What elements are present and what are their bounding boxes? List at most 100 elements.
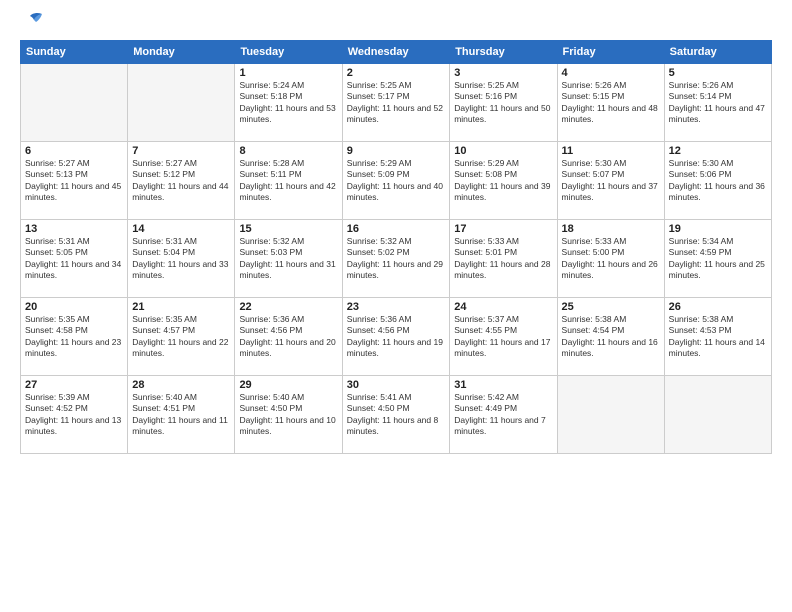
day-number: 3 — [454, 67, 552, 79]
day-number: 21 — [132, 301, 230, 313]
day-info: Sunrise: 5:26 AMSunset: 5:14 PMDaylight:… — [669, 80, 767, 126]
day-number: 12 — [669, 145, 767, 157]
day-number: 17 — [454, 223, 552, 235]
calendar-cell: 16Sunrise: 5:32 AMSunset: 5:02 PMDayligh… — [342, 220, 450, 298]
calendar-cell: 8Sunrise: 5:28 AMSunset: 5:11 PMDaylight… — [235, 142, 342, 220]
day-number: 6 — [25, 145, 123, 157]
day-info: Sunrise: 5:39 AMSunset: 4:52 PMDaylight:… — [25, 392, 123, 438]
calendar-cell: 3Sunrise: 5:25 AMSunset: 5:16 PMDaylight… — [450, 64, 557, 142]
calendar-cell: 27Sunrise: 5:39 AMSunset: 4:52 PMDayligh… — [21, 376, 128, 454]
weekday-header-friday: Friday — [557, 41, 664, 64]
day-info: Sunrise: 5:36 AMSunset: 4:56 PMDaylight:… — [239, 314, 337, 360]
header — [20, 16, 772, 32]
week-row-3: 13Sunrise: 5:31 AMSunset: 5:05 PMDayligh… — [21, 220, 772, 298]
day-info: Sunrise: 5:28 AMSunset: 5:11 PMDaylight:… — [239, 158, 337, 204]
day-number: 4 — [562, 67, 660, 79]
calendar-cell: 2Sunrise: 5:25 AMSunset: 5:17 PMDaylight… — [342, 64, 450, 142]
day-info: Sunrise: 5:37 AMSunset: 4:55 PMDaylight:… — [454, 314, 552, 360]
day-info: Sunrise: 5:32 AMSunset: 5:02 PMDaylight:… — [347, 236, 446, 282]
day-info: Sunrise: 5:35 AMSunset: 4:57 PMDaylight:… — [132, 314, 230, 360]
week-row-2: 6Sunrise: 5:27 AMSunset: 5:13 PMDaylight… — [21, 142, 772, 220]
calendar-cell: 17Sunrise: 5:33 AMSunset: 5:01 PMDayligh… — [450, 220, 557, 298]
day-number: 28 — [132, 379, 230, 391]
day-number: 31 — [454, 379, 552, 391]
calendar-cell: 31Sunrise: 5:42 AMSunset: 4:49 PMDayligh… — [450, 376, 557, 454]
day-number: 2 — [347, 67, 446, 79]
calendar-cell: 4Sunrise: 5:26 AMSunset: 5:15 PMDaylight… — [557, 64, 664, 142]
day-info: Sunrise: 5:31 AMSunset: 5:05 PMDaylight:… — [25, 236, 123, 282]
day-info: Sunrise: 5:27 AMSunset: 5:13 PMDaylight:… — [25, 158, 123, 204]
day-info: Sunrise: 5:36 AMSunset: 4:56 PMDaylight:… — [347, 314, 446, 360]
day-info: Sunrise: 5:35 AMSunset: 4:58 PMDaylight:… — [25, 314, 123, 360]
week-row-4: 20Sunrise: 5:35 AMSunset: 4:58 PMDayligh… — [21, 298, 772, 376]
calendar-cell — [557, 376, 664, 454]
calendar-cell: 13Sunrise: 5:31 AMSunset: 5:05 PMDayligh… — [21, 220, 128, 298]
calendar-cell: 14Sunrise: 5:31 AMSunset: 5:04 PMDayligh… — [128, 220, 235, 298]
weekday-header-row: SundayMondayTuesdayWednesdayThursdayFrid… — [21, 41, 772, 64]
day-number: 29 — [239, 379, 337, 391]
day-number: 11 — [562, 145, 660, 157]
calendar-cell: 23Sunrise: 5:36 AMSunset: 4:56 PMDayligh… — [342, 298, 450, 376]
calendar-cell: 26Sunrise: 5:38 AMSunset: 4:53 PMDayligh… — [664, 298, 771, 376]
day-number: 14 — [132, 223, 230, 235]
calendar-cell: 7Sunrise: 5:27 AMSunset: 5:12 PMDaylight… — [128, 142, 235, 220]
day-info: Sunrise: 5:25 AMSunset: 5:17 PMDaylight:… — [347, 80, 446, 126]
day-number: 30 — [347, 379, 446, 391]
calendar-cell: 12Sunrise: 5:30 AMSunset: 5:06 PMDayligh… — [664, 142, 771, 220]
week-row-5: 27Sunrise: 5:39 AMSunset: 4:52 PMDayligh… — [21, 376, 772, 454]
logo — [20, 16, 44, 32]
calendar-cell: 6Sunrise: 5:27 AMSunset: 5:13 PMDaylight… — [21, 142, 128, 220]
day-info: Sunrise: 5:40 AMSunset: 4:50 PMDaylight:… — [239, 392, 337, 438]
day-number: 15 — [239, 223, 337, 235]
calendar-table: SundayMondayTuesdayWednesdayThursdayFrid… — [20, 40, 772, 454]
calendar-cell: 10Sunrise: 5:29 AMSunset: 5:08 PMDayligh… — [450, 142, 557, 220]
weekday-header-monday: Monday — [128, 41, 235, 64]
page: SundayMondayTuesdayWednesdayThursdayFrid… — [0, 0, 792, 612]
day-number: 26 — [669, 301, 767, 313]
day-info: Sunrise: 5:29 AMSunset: 5:09 PMDaylight:… — [347, 158, 446, 204]
day-info: Sunrise: 5:30 AMSunset: 5:07 PMDaylight:… — [562, 158, 660, 204]
calendar-cell: 9Sunrise: 5:29 AMSunset: 5:09 PMDaylight… — [342, 142, 450, 220]
calendar-cell: 11Sunrise: 5:30 AMSunset: 5:07 PMDayligh… — [557, 142, 664, 220]
day-number: 1 — [239, 67, 337, 79]
logo-bird-icon — [22, 12, 44, 32]
calendar-cell — [21, 64, 128, 142]
day-number: 27 — [25, 379, 123, 391]
day-info: Sunrise: 5:26 AMSunset: 5:15 PMDaylight:… — [562, 80, 660, 126]
day-info: Sunrise: 5:40 AMSunset: 4:51 PMDaylight:… — [132, 392, 230, 438]
day-number: 20 — [25, 301, 123, 313]
day-number: 16 — [347, 223, 446, 235]
calendar-cell: 1Sunrise: 5:24 AMSunset: 5:18 PMDaylight… — [235, 64, 342, 142]
day-info: Sunrise: 5:38 AMSunset: 4:53 PMDaylight:… — [669, 314, 767, 360]
calendar-cell: 30Sunrise: 5:41 AMSunset: 4:50 PMDayligh… — [342, 376, 450, 454]
day-number: 19 — [669, 223, 767, 235]
calendar-cell: 20Sunrise: 5:35 AMSunset: 4:58 PMDayligh… — [21, 298, 128, 376]
calendar-cell — [664, 376, 771, 454]
calendar-cell: 29Sunrise: 5:40 AMSunset: 4:50 PMDayligh… — [235, 376, 342, 454]
day-info: Sunrise: 5:27 AMSunset: 5:12 PMDaylight:… — [132, 158, 230, 204]
day-number: 23 — [347, 301, 446, 313]
day-number: 9 — [347, 145, 446, 157]
calendar-cell: 24Sunrise: 5:37 AMSunset: 4:55 PMDayligh… — [450, 298, 557, 376]
calendar-cell: 18Sunrise: 5:33 AMSunset: 5:00 PMDayligh… — [557, 220, 664, 298]
calendar-cell: 15Sunrise: 5:32 AMSunset: 5:03 PMDayligh… — [235, 220, 342, 298]
weekday-header-saturday: Saturday — [664, 41, 771, 64]
day-info: Sunrise: 5:30 AMSunset: 5:06 PMDaylight:… — [669, 158, 767, 204]
calendar-cell: 21Sunrise: 5:35 AMSunset: 4:57 PMDayligh… — [128, 298, 235, 376]
day-info: Sunrise: 5:34 AMSunset: 4:59 PMDaylight:… — [669, 236, 767, 282]
day-info: Sunrise: 5:33 AMSunset: 5:00 PMDaylight:… — [562, 236, 660, 282]
day-info: Sunrise: 5:42 AMSunset: 4:49 PMDaylight:… — [454, 392, 552, 438]
day-info: Sunrise: 5:32 AMSunset: 5:03 PMDaylight:… — [239, 236, 337, 282]
calendar-cell: 22Sunrise: 5:36 AMSunset: 4:56 PMDayligh… — [235, 298, 342, 376]
day-number: 18 — [562, 223, 660, 235]
day-info: Sunrise: 5:31 AMSunset: 5:04 PMDaylight:… — [132, 236, 230, 282]
day-number: 5 — [669, 67, 767, 79]
day-info: Sunrise: 5:29 AMSunset: 5:08 PMDaylight:… — [454, 158, 552, 204]
day-number: 24 — [454, 301, 552, 313]
calendar-cell: 19Sunrise: 5:34 AMSunset: 4:59 PMDayligh… — [664, 220, 771, 298]
day-info: Sunrise: 5:33 AMSunset: 5:01 PMDaylight:… — [454, 236, 552, 282]
calendar-cell: 25Sunrise: 5:38 AMSunset: 4:54 PMDayligh… — [557, 298, 664, 376]
week-row-1: 1Sunrise: 5:24 AMSunset: 5:18 PMDaylight… — [21, 64, 772, 142]
day-number: 10 — [454, 145, 552, 157]
day-info: Sunrise: 5:24 AMSunset: 5:18 PMDaylight:… — [239, 80, 337, 126]
